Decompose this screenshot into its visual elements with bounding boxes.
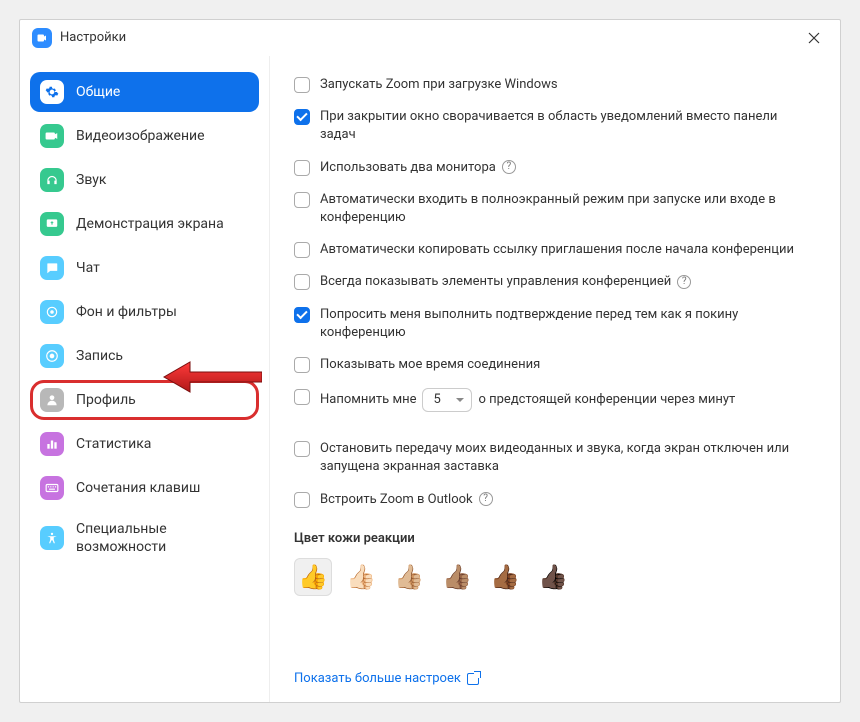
video-icon <box>40 124 64 148</box>
setting-label: Запускать Zoom при загрузке Windows <box>320 76 816 94</box>
setting-row: Попросить меня выполнить подтверждение п… <box>294 306 816 342</box>
checkbox[interactable] <box>294 307 310 323</box>
checkbox[interactable] <box>294 357 310 373</box>
setting-label: Всегда показывать элементы управления ко… <box>320 273 816 291</box>
sidebar-item-label: Видеоизображение <box>76 127 205 145</box>
sidebar-item-label: Специальные возможности <box>76 520 249 556</box>
help-icon[interactable]: ? <box>479 492 493 506</box>
skin-tone-option[interactable]: 👍🏿 <box>534 558 572 596</box>
headphones-icon <box>40 168 64 192</box>
setting-row: Всегда показывать элементы управления ко… <box>294 273 816 291</box>
setting-label: Попросить меня выполнить подтверждение п… <box>320 306 816 342</box>
sidebar-item-label: Профиль <box>76 391 136 409</box>
skin-tone-title: Цвет кожи реакции <box>294 531 816 546</box>
setting-label: Остановить передачу моих видеоданных и з… <box>320 440 816 476</box>
skin-tone-option[interactable]: 👍🏽 <box>438 558 476 596</box>
keyboard-icon <box>40 476 64 500</box>
sidebar-item-video[interactable]: Видеоизображение <box>30 116 259 156</box>
sidebar-item-label: Запись <box>76 347 123 365</box>
setting-row: При закрытии окно сворачивается в област… <box>294 108 816 144</box>
sidebar-item-label: Звук <box>76 171 106 189</box>
help-icon[interactable]: ? <box>502 160 516 174</box>
sidebar-item-share[interactable]: Демонстрация экрана <box>30 204 259 244</box>
skin-tone-option[interactable]: 👍🏼 <box>390 558 428 596</box>
user-icon <box>40 388 64 412</box>
settings-window: Настройки Общие Видеоизображение Звук Демон… <box>19 19 841 703</box>
checkbox[interactable] <box>294 441 310 457</box>
main-panel: Запускать Zoom при загрузке Windows При з… <box>270 56 840 702</box>
close-button[interactable] <box>800 24 828 52</box>
sidebar-item-label: Чат <box>76 259 100 277</box>
setting-label: Встроить Zoom в Outlook? <box>320 491 816 509</box>
checkbox[interactable] <box>294 274 310 290</box>
sidebar-item-audio[interactable]: Звук <box>30 160 259 200</box>
setting-label: Использовать два монитора? <box>320 159 816 177</box>
checkbox[interactable] <box>294 109 310 125</box>
setting-row: Использовать два монитора? <box>294 159 816 177</box>
setting-label: Напомнить мне 5 о предстоящей конференции … <box>320 388 816 412</box>
sparkle-icon <box>40 300 64 324</box>
content-area: Общие Видеоизображение Звук Демонстрация эк… <box>20 56 840 702</box>
help-icon[interactable]: ? <box>677 275 691 289</box>
external-link-icon <box>467 673 479 685</box>
checkbox[interactable] <box>294 77 310 93</box>
sidebar-item-label: Демонстрация экрана <box>76 215 224 233</box>
skin-tone-option[interactable]: 👍🏻 <box>342 558 380 596</box>
sidebar-item-chat[interactable]: Чат <box>30 248 259 288</box>
checkbox[interactable] <box>294 242 310 258</box>
setting-row: Автоматически входить в полноэкранный ре… <box>294 191 816 227</box>
sidebar-item-label: Статистика <box>76 435 151 453</box>
record-icon <box>40 344 64 368</box>
access-icon <box>40 526 64 550</box>
setting-label: Автоматически входить в полноэкранный ре… <box>320 191 816 227</box>
sidebar-item-keyboard[interactable]: Сочетания клавиш <box>30 468 259 508</box>
share-icon <box>40 212 64 236</box>
sidebar-item-background[interactable]: Фон и фильтры <box>30 292 259 332</box>
sidebar-item-label: Общие <box>76 83 120 101</box>
setting-row: Встроить Zoom в Outlook? <box>294 491 816 509</box>
setting-row: Показывать мое время соединения <box>294 356 816 374</box>
gear-icon <box>40 80 64 104</box>
setting-label: Показывать мое время соединения <box>320 356 816 374</box>
skin-tone-option[interactable]: 👍 <box>294 558 332 596</box>
zoom-app-icon <box>32 28 52 48</box>
checkbox[interactable] <box>294 192 310 208</box>
window-title: Настройки <box>60 30 126 45</box>
setting-row: Напомнить мне 5 о предстоящей конференции … <box>294 388 816 412</box>
remind-label-pre: Напомнить мне <box>320 392 416 407</box>
checkbox[interactable] <box>294 160 310 176</box>
skin-tone-option[interactable]: 👍🏾 <box>486 558 524 596</box>
remind-minutes-select[interactable]: 5 <box>422 388 472 412</box>
setting-label: Автоматически копировать ссылку приглаше… <box>320 241 816 259</box>
setting-row: Автоматически копировать ссылку приглаше… <box>294 241 816 259</box>
setting-row: Запускать Zoom при загрузке Windows <box>294 76 816 94</box>
sidebar-item-label: Сочетания клавиш <box>76 479 200 497</box>
remind-label-post: о предстоящей конференции через минут <box>478 392 735 407</box>
stats-icon <box>40 432 64 456</box>
sidebar: Общие Видеоизображение Звук Демонстрация эк… <box>20 56 270 702</box>
sidebar-item-general[interactable]: Общие <box>30 72 259 112</box>
skin-tone-row: 👍 👍🏻 👍🏼 👍🏽 👍🏾 👍🏿 <box>294 558 816 596</box>
checkbox[interactable] <box>294 389 310 405</box>
sidebar-item-access[interactable]: Специальные возможности <box>30 512 259 564</box>
checkbox[interactable] <box>294 492 310 508</box>
sidebar-item-profile[interactable]: Профиль <box>30 380 259 420</box>
chat-icon <box>40 256 64 280</box>
setting-row: Остановить передачу моих видеоданных и з… <box>294 440 816 476</box>
show-more-label: Показать больше настроек <box>294 671 461 686</box>
show-more-settings-link[interactable]: Показать больше настроек <box>294 671 816 686</box>
sidebar-item-record[interactable]: Запись <box>30 336 259 376</box>
setting-label: При закрытии окно сворачивается в област… <box>320 108 816 144</box>
sidebar-item-stats[interactable]: Статистика <box>30 424 259 464</box>
sidebar-item-label: Фон и фильтры <box>76 303 177 321</box>
titlebar: Настройки <box>20 20 840 56</box>
